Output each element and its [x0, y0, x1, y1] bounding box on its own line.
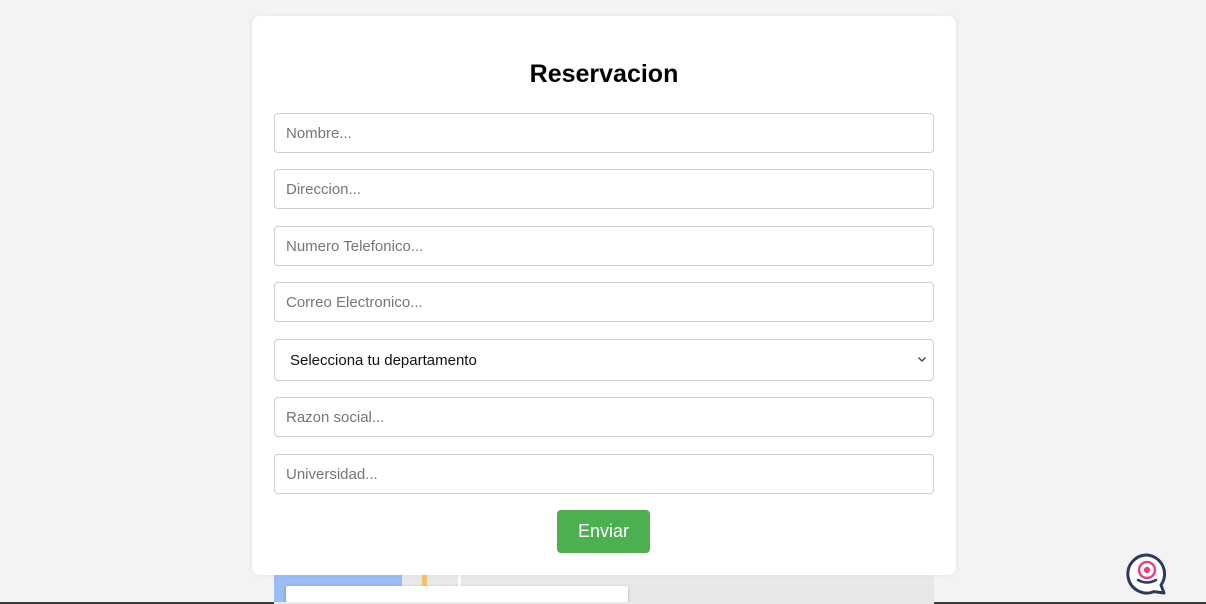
chevron-down-icon: [918, 357, 926, 362]
departamento-select-value: Selecciona tu departamento: [290, 352, 477, 369]
correo-input[interactable]: [274, 282, 934, 322]
form-title: Reservacion: [529, 60, 679, 88]
chat-widget-button[interactable]: [1124, 551, 1170, 597]
nombre-input[interactable]: [274, 113, 934, 153]
razon-social-input[interactable]: [274, 397, 934, 437]
departamento-select[interactable]: Selecciona tu departamento: [274, 339, 934, 381]
chat-bubble-icon: [1126, 553, 1166, 595]
telefono-input[interactable]: [274, 226, 934, 266]
universidad-input[interactable]: [274, 454, 934, 494]
direccion-input[interactable]: [274, 169, 934, 209]
reservation-form-card: Reservacion Selecciona tu departamento E…: [252, 16, 956, 575]
enviar-button[interactable]: Enviar: [557, 510, 650, 553]
